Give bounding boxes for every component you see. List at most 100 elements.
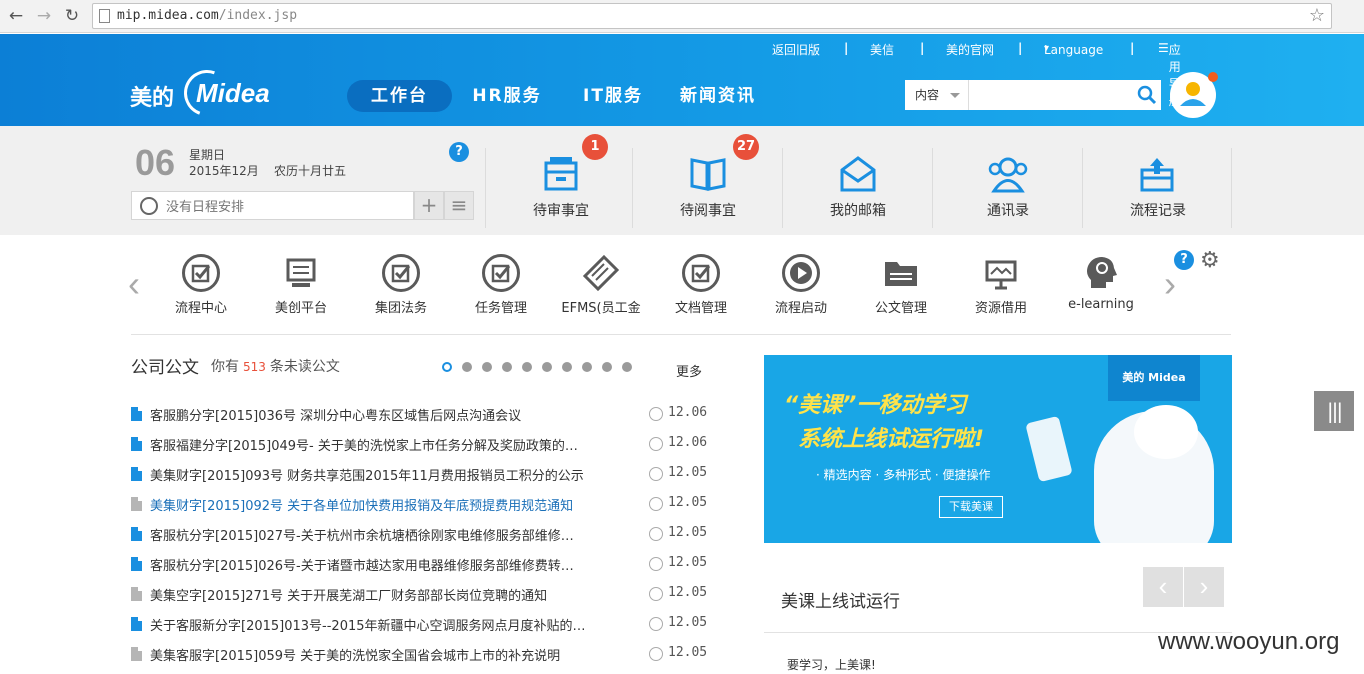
notice-row[interactable]: 客服福建分字[2015]049号- 关于美的洗悦家上市任务分解及奖励政策的… 12… [131, 435, 707, 455]
notice-date: 12.05 [668, 615, 708, 630]
notice-title-link[interactable]: 客服福建分字[2015]049号- 关于美的洗悦家上市任务分解及奖励政策的… [150, 435, 590, 454]
tab-hr-service[interactable]: HR服务 [468, 80, 546, 112]
search-type-select[interactable]: 内容 [905, 80, 969, 110]
notice-title-link[interactable]: 美集财字[2015]092号 关于各单位加快费用报销及年底预提费用规范通知 [150, 495, 590, 514]
app-e-learning[interactable]: e-learning [1051, 254, 1151, 318]
search-input[interactable] [971, 84, 1131, 106]
schedule-input[interactable] [166, 196, 406, 216]
document-icon [131, 587, 142, 601]
promo-prev-button[interactable]: ‹ [1143, 567, 1183, 607]
carousel-dot[interactable] [522, 362, 532, 372]
app-resource-borrow[interactable]: 资源借用 [951, 254, 1051, 318]
notice-row[interactable]: 客服杭分字[2015]027号-关于杭州市余杭塘栖徐刚家电维修服务部维修… 12.… [131, 525, 707, 545]
quick-mailbox[interactable]: 我的邮箱 [782, 148, 932, 228]
quick-pending-read[interactable]: 待阅事宜 27 [632, 134, 782, 228]
search-icon[interactable] [1137, 85, 1157, 105]
projector-icon [982, 254, 1020, 292]
notices-more-link[interactable]: 更多 [676, 361, 702, 380]
tab-workbench[interactable]: 工作台 [347, 80, 452, 112]
notice-title-link[interactable]: 客服杭分字[2015]027号-关于杭州市余杭塘栖徐刚家电维修服务部维修… [150, 525, 590, 544]
quick-process-records[interactable]: 流程记录 [1082, 148, 1232, 228]
notice-row[interactable]: 客服杭分字[2015]026号-关于诸暨市越达家用电器维修服务部维修费转… 12.… [131, 555, 708, 575]
link-old-version[interactable]: 返回旧版 [772, 41, 820, 58]
document-icon [131, 407, 142, 421]
dashboard-band: 06 星期日 2015年12月 农历十月廿五 ? + ≡ 待审事宜 1 待阅事宜… [0, 126, 1364, 235]
add-schedule-button[interactable]: + [414, 191, 444, 220]
clock-icon [649, 527, 663, 541]
notice-title-link[interactable]: 美集财字[2015]093号 财务共享范围2015年11月费用报销员工积分的公示 [150, 465, 590, 484]
carousel-dot[interactable] [622, 362, 632, 372]
notice-date: 12.05 [668, 465, 708, 480]
url-text[interactable]: mip.midea.com/index.jsp [117, 8, 297, 23]
app-document-management[interactable]: 文档管理 [651, 254, 751, 318]
document-icon [131, 497, 142, 511]
notice-row[interactable]: 美集财字[2015]093号 财务共享范围2015年11月费用报销员工积分的公示… [131, 465, 708, 485]
play-icon [782, 254, 820, 292]
apps-next-arrow[interactable]: › [1164, 266, 1176, 302]
notice-title-link[interactable]: 客服杭分字[2015]026号-关于诸暨市越达家用电器维修服务部维修费转… [150, 555, 590, 574]
carousel-dot[interactable] [602, 362, 612, 372]
notice-date: 12.05 [668, 555, 708, 570]
notice-row[interactable]: 美集财字[2015]092号 关于各单位加快费用报销及年底预提费用规范通知 12.… [131, 495, 707, 515]
carousel-dot[interactable] [442, 362, 452, 372]
date-year-month: 2015年12月 [189, 164, 259, 178]
app-process-start[interactable]: 流程启动 [751, 254, 851, 318]
help-icon[interactable]: ? [449, 142, 469, 162]
forward-icon[interactable]: → [34, 6, 54, 26]
app-process-center[interactable]: 流程中心 [151, 254, 251, 318]
notice-date: 12.05 [668, 585, 708, 600]
carousel-dot[interactable] [482, 362, 492, 372]
apps-help-icon[interactable]: ? [1174, 250, 1194, 270]
address-bar[interactable]: mip.midea.com/index.jsp ☆ [92, 3, 1332, 29]
schedule-list-button[interactable]: ≡ [444, 191, 474, 220]
app-nav-menu[interactable]: ☰ 应用导航 [1158, 41, 1181, 108]
brain-head-icon [1082, 254, 1120, 292]
side-panel-handle[interactable]: ||| [1314, 391, 1354, 431]
notice-row[interactable]: 美集空字[2015]271号 关于开展芜湖工厂财务部部长岗位竞聘的通知 12.05 [131, 585, 708, 605]
date-lunar: 农历十月廿五 [274, 164, 347, 178]
checkbox-icon [482, 254, 520, 292]
carousel-dot[interactable] [542, 362, 552, 372]
download-meike-button[interactable]: 下载美课 [939, 496, 1003, 518]
contacts-icon [988, 157, 1027, 193]
notice-title-link[interactable]: 关于客服新分字[2015]013号--2015年新疆中心空调服务网点月度补贴的… [150, 615, 590, 634]
tab-news[interactable]: 新闻资讯 [676, 80, 760, 112]
carousel-dot[interactable] [462, 362, 472, 372]
app-official-docs[interactable]: 公文管理 [851, 254, 951, 318]
notice-row[interactable]: 美集客服字[2015]059号 关于美的洗悦家全国省会城市上市的补充说明 12.0… [131, 645, 707, 665]
date-day: 06 [135, 142, 176, 183]
link-official-site[interactable]: 美的官网 [946, 41, 994, 58]
carousel-dot[interactable] [502, 362, 512, 372]
notification-dot [1208, 72, 1218, 82]
notice-row[interactable]: 客服鹏分字[2015]036号 深圳分中心粤东区域售后网点沟通会议 12.06 [131, 405, 707, 425]
reload-icon[interactable]: ↻ [62, 6, 82, 26]
alarm-clock-icon [140, 197, 158, 215]
quick-contacts[interactable]: 通讯录 [932, 148, 1082, 228]
language-dropdown[interactable]: Language ▾ [1044, 43, 1103, 57]
back-icon[interactable]: ← [6, 6, 26, 26]
browser-toolbar: ← → ↻ mip.midea.com/index.jsp ☆ [0, 0, 1364, 33]
meike-banner[interactable]: 美的 Midea “美课”一移动学习 系统上线试运行啦! · 精选内容 · 多种… [764, 355, 1232, 543]
app-meichuang[interactable]: 美创平台 [251, 254, 351, 318]
document-icon [131, 617, 142, 631]
tab-it-service[interactable]: IT服务 [578, 80, 648, 112]
quick-pending-approval[interactable]: 待审事宜 1 [485, 134, 635, 228]
watermark-text: www.wooyun.org [1158, 628, 1340, 655]
promo-next-button[interactable]: › [1184, 567, 1224, 607]
app-group-legal[interactable]: 集团法务 [351, 254, 451, 318]
bookmark-star-icon[interactable]: ☆ [1309, 5, 1325, 26]
notice-title-link[interactable]: 客服鹏分字[2015]036号 深圳分中心粤东区域售后网点沟通会议 [150, 405, 590, 424]
app-task-management[interactable]: 任务管理 [451, 254, 551, 318]
section-divider [131, 334, 1231, 335]
apps-prev-arrow[interactable]: ‹ [128, 266, 140, 302]
notice-row[interactable]: 关于客服新分字[2015]013号--2015年新疆中心空调服务网点月度补贴的…… [131, 615, 708, 635]
carousel-dot[interactable] [582, 362, 592, 372]
phone-illustration [1025, 415, 1073, 483]
carousel-dot[interactable] [562, 362, 572, 372]
notice-title-link[interactable]: 美集空字[2015]271号 关于开展芜湖工厂财务部部长岗位竞聘的通知 [150, 585, 590, 604]
app-efms[interactable]: EFMS(员工金 [551, 254, 651, 318]
link-meixin[interactable]: 美信 [870, 41, 894, 58]
notice-title-link[interactable]: 美集客服字[2015]059号 关于美的洗悦家全国省会城市上市的补充说明 [150, 645, 590, 664]
gear-icon[interactable]: ⚙ [1200, 248, 1220, 273]
avatar[interactable] [1170, 72, 1218, 118]
